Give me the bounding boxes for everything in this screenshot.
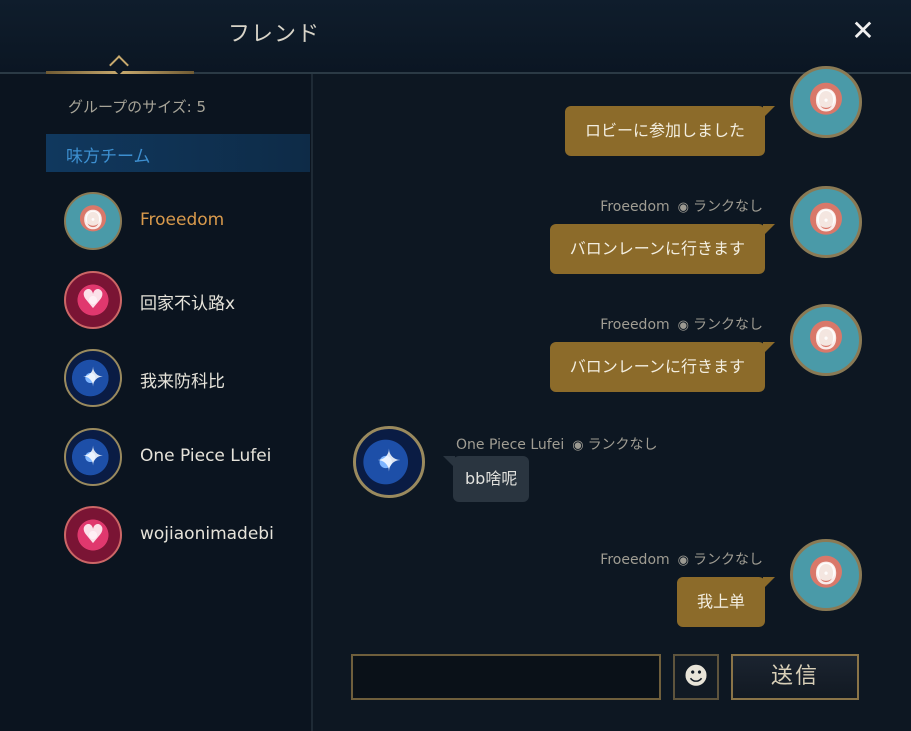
member-name: 我来防科比 (140, 372, 225, 392)
message-meta: Froeedom ◉ ランクなし (600, 549, 763, 569)
blue-icon: ✦ (64, 428, 122, 486)
message-meta: Froeedom ◉ ランクなし (600, 314, 763, 334)
chat-bubble: ロビーに参加しました (564, 106, 776, 156)
chat-bubble: バロンレーンに行きます (549, 342, 776, 392)
sender-name: Froeedom (600, 552, 670, 568)
rank-icon: ◉ (677, 200, 689, 215)
team-label: 味方チーム (66, 147, 151, 167)
party-member[interactable]: ✦ 我来防科比 (64, 347, 304, 409)
blue-icon: ✦ (64, 349, 122, 407)
send-button[interactable]: 送信 (731, 654, 859, 700)
heart-icon: ♥ (64, 271, 122, 329)
poro-icon: ʘ (790, 304, 862, 376)
sender-name: One Piece Lufei (456, 437, 565, 453)
sender-name: Froeedom (600, 199, 670, 215)
rank-icon: ◉ (572, 438, 584, 453)
poro-icon: ʘ (790, 186, 862, 258)
chat-bubble: バロンレーンに行きます (549, 224, 776, 274)
party-member[interactable]: ✦ One Piece Lufei (64, 426, 304, 488)
message-meta: One Piece Lufei ◉ ランクなし (456, 434, 658, 454)
member-name: 回家不认路x (140, 294, 236, 314)
rank-label: ランクなし (693, 199, 763, 215)
chat-bubble: 我上单 (676, 577, 776, 627)
sender-name: Froeedom (600, 317, 670, 333)
member-name: wojiaonimadebi (140, 524, 274, 544)
rank-label: ランクなし (693, 317, 763, 333)
poro-icon: ʘ (790, 539, 862, 611)
window-header: フレンド ✕ (0, 0, 911, 75)
party-member[interactable]: ʘ Froeedom (64, 190, 304, 252)
blue-icon: ✦ (353, 426, 425, 498)
emoji-button[interactable]: ☻ (673, 654, 719, 700)
heart-icon: ♥ (64, 506, 122, 564)
team-header: 味方チーム (46, 134, 310, 172)
rank-label: ランクなし (693, 552, 763, 568)
group-size-label: グループのサイズ: 5 (68, 98, 207, 116)
tab-friends[interactable]: フレンド (228, 16, 320, 48)
party-member[interactable]: ♥ wojiaonimadebi (64, 504, 304, 566)
chat-input[interactable] (351, 654, 661, 700)
message-meta: Froeedom ◉ ランクなし (600, 196, 763, 216)
rank-label: ランクなし (587, 437, 658, 453)
chat-bubble: bb啥呢 (442, 456, 530, 502)
rank-icon: ◉ (677, 318, 689, 333)
party-sidebar: グループのサイズ: 5 味方チーム ʘ Froeedom ♥ 回家不认路x ✦ … (0, 74, 313, 731)
chat-panel: ʘ ロビーに参加しました Froeedom ◉ ランクなし ʘ バロンレーンに行きま… (313, 66, 911, 731)
member-name: Froeedom (140, 210, 225, 230)
poro-icon: ʘ (790, 66, 862, 138)
party-member[interactable]: ♥ 回家不认路x (64, 269, 304, 331)
close-button[interactable]: ✕ (848, 16, 878, 46)
tab-party[interactable] (46, 0, 194, 75)
rank-icon: ◉ (677, 553, 689, 568)
poro-icon: ʘ (64, 192, 122, 250)
member-name: One Piece Lufei (140, 446, 272, 466)
